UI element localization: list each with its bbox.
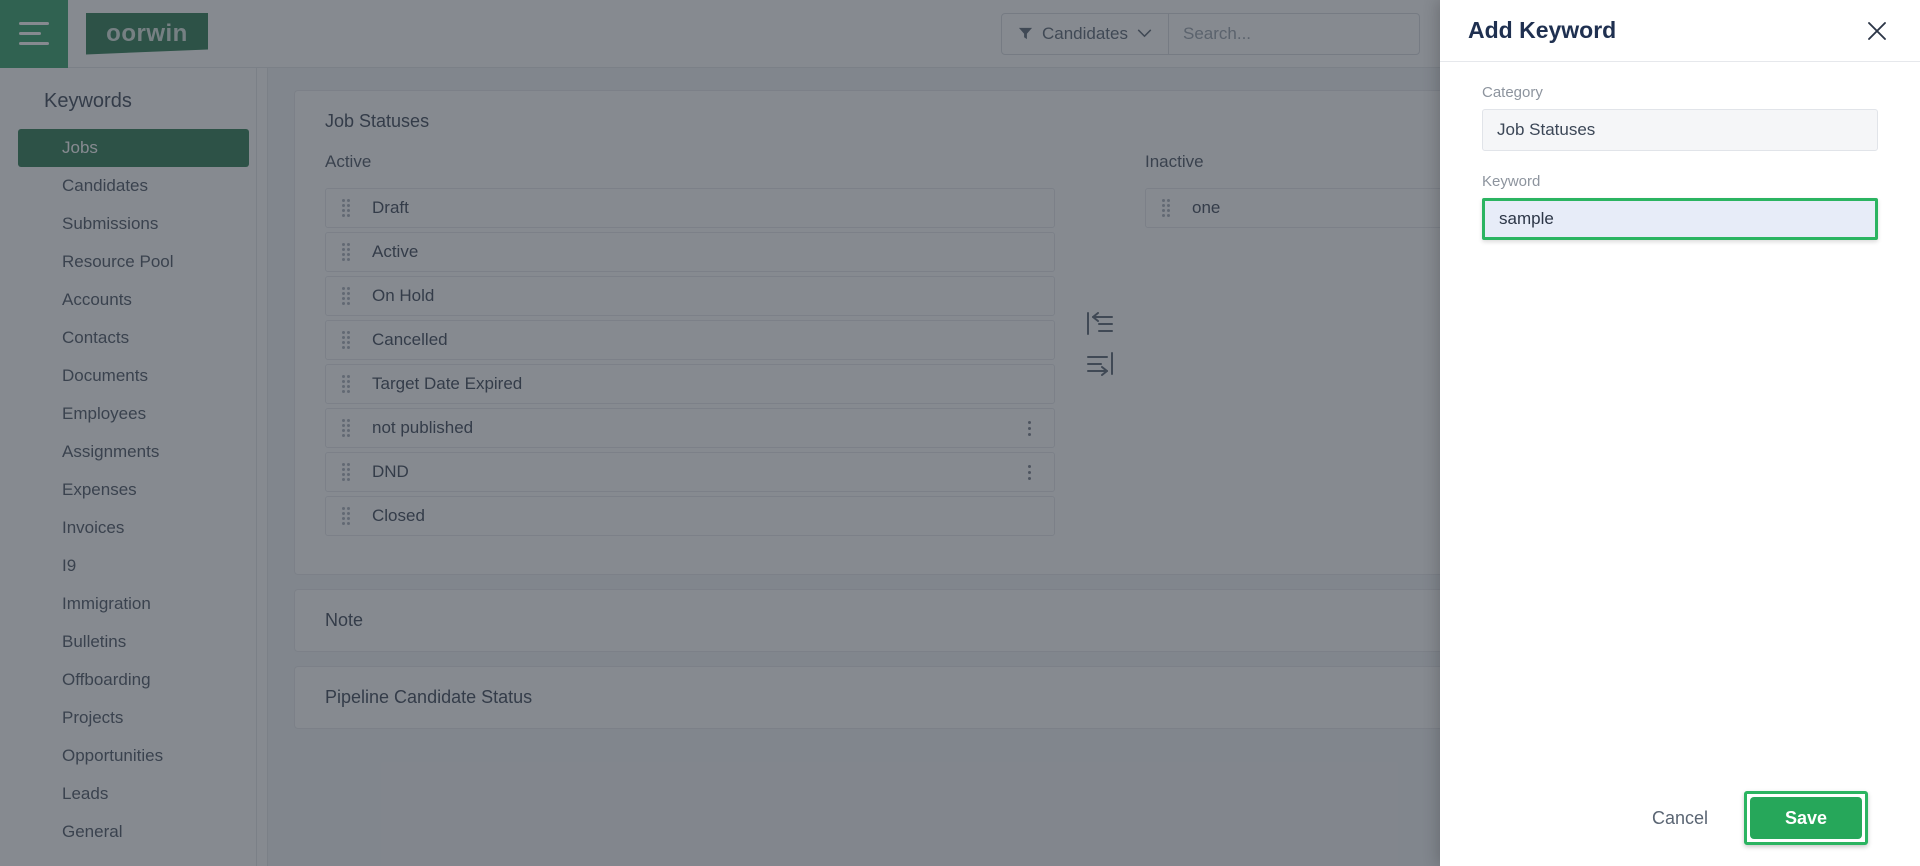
cancel-button[interactable]: Cancel bbox=[1642, 800, 1718, 837]
keyword-input[interactable] bbox=[1482, 198, 1878, 240]
modal-backdrop-overlay[interactable] bbox=[0, 0, 1440, 866]
category-input[interactable] bbox=[1482, 109, 1878, 151]
app-root: oorwin Candidates Keywords JobsCandidate… bbox=[0, 0, 1920, 866]
modal-body: Category Keyword bbox=[1440, 62, 1920, 770]
close-icon[interactable] bbox=[1862, 16, 1892, 46]
category-field-group: Category bbox=[1482, 84, 1878, 151]
keyword-label: Keyword bbox=[1482, 173, 1541, 190]
modal-title: Add Keyword bbox=[1468, 17, 1617, 43]
keyword-field-group: Keyword bbox=[1482, 173, 1878, 240]
category-label: Category bbox=[1482, 84, 1543, 101]
close-x-glyph bbox=[1868, 21, 1886, 40]
add-keyword-modal: Add Keyword Category Keyword Cancel Save bbox=[1440, 0, 1920, 866]
save-button-focus-ring: Save bbox=[1744, 791, 1868, 845]
modal-header: Add Keyword bbox=[1440, 0, 1920, 62]
save-button[interactable]: Save bbox=[1750, 797, 1862, 839]
modal-footer: Cancel Save bbox=[1440, 770, 1920, 866]
